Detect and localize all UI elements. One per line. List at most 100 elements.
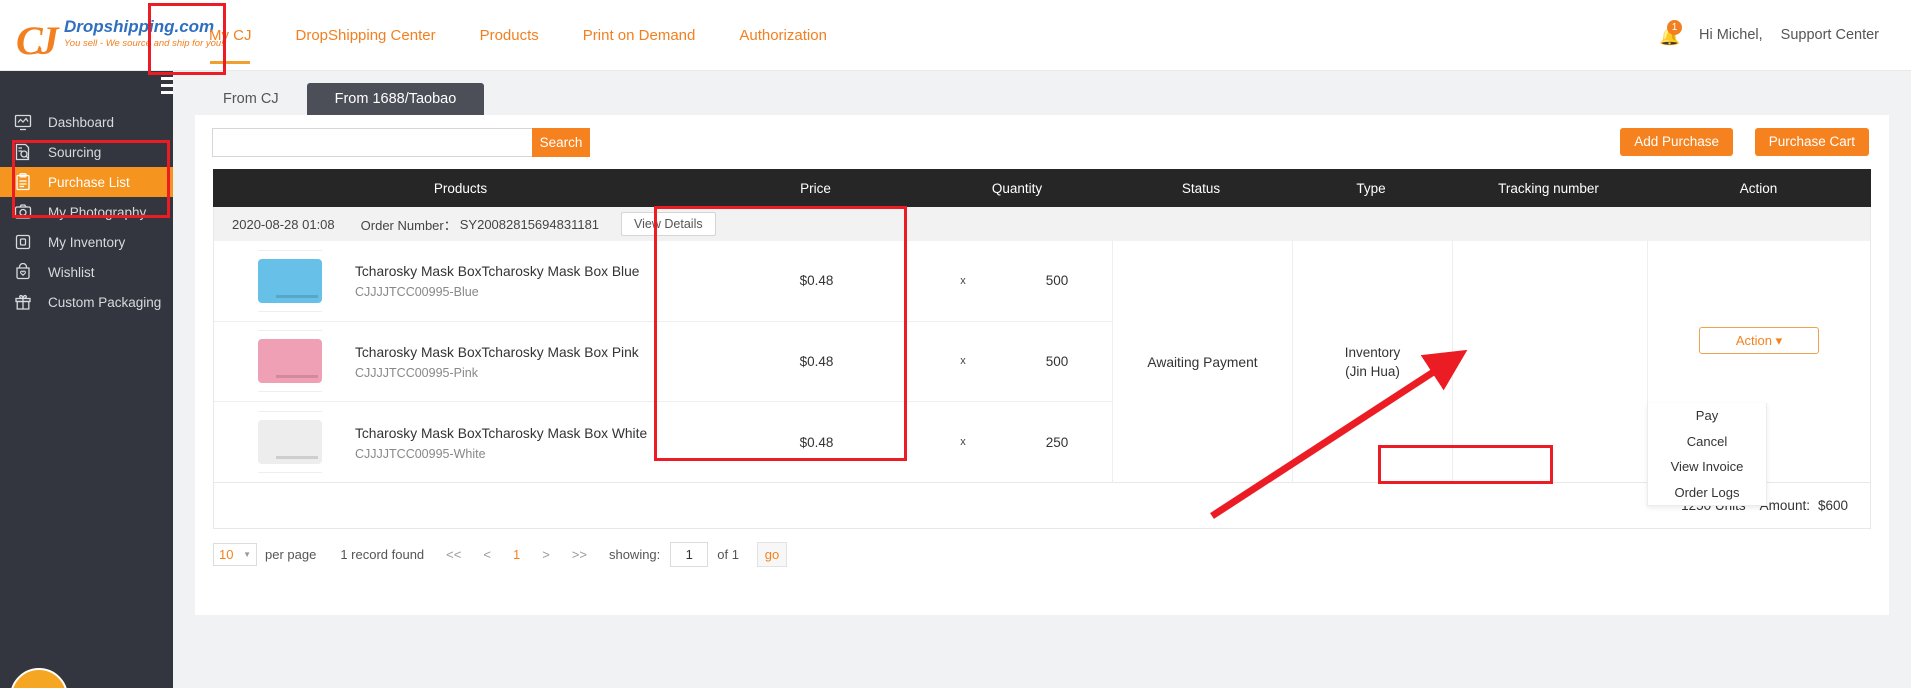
product-price: $0.48 bbox=[799, 434, 834, 450]
product-name[interactable]: Tcharosky Mask BoxTcharosky Mask Box Pin… bbox=[355, 343, 639, 362]
product-quantity: 250 bbox=[1045, 434, 1069, 450]
sidebar-label: Dashboard bbox=[48, 114, 115, 130]
order-items-table: Tcharosky Mask BoxTcharosky Mask Box Blu… bbox=[213, 241, 1871, 483]
order-number-value: SY20082815694831181 bbox=[459, 216, 600, 232]
source-tabs: From CJ From 1688/Taobao bbox=[195, 83, 485, 115]
order-tracking-number bbox=[1452, 241, 1647, 483]
dashboard-icon bbox=[12, 111, 34, 133]
sidebar-item-my-photography[interactable]: My Photography bbox=[0, 197, 173, 227]
logo-mark: CJ bbox=[16, 18, 59, 63]
notification-badge: 1 bbox=[1667, 20, 1682, 35]
product-name[interactable]: Tcharosky Mask BoxTcharosky Mask Box Whi… bbox=[355, 424, 647, 443]
column-header-tracking-number: Tracking number bbox=[1498, 180, 1599, 196]
column-header-status: Status bbox=[1181, 180, 1221, 196]
tab-from-cj[interactable]: From CJ bbox=[195, 83, 307, 115]
total-amount-value: $600 bbox=[1817, 498, 1848, 513]
support-center-link[interactable]: Support Center bbox=[1781, 27, 1879, 43]
column-header-type: Type bbox=[1356, 180, 1386, 196]
sidebar-item-wishlist[interactable]: Wishlist bbox=[0, 257, 173, 287]
product-text: Tcharosky Mask BoxTcharosky Mask Box Pin… bbox=[355, 343, 639, 380]
left-sidebar: Dashboard Sourcing Purchase List My Phot… bbox=[0, 71, 187, 688]
product-thumbnail[interactable] bbox=[258, 339, 322, 384]
column-header-quantity: Quantity bbox=[991, 180, 1043, 196]
order-type: Inventory (Jin Hua) bbox=[1292, 241, 1452, 483]
purchase-cart-button[interactable]: Purchase Cart bbox=[1754, 128, 1869, 156]
add-purchase-button[interactable]: Add Purchase bbox=[1620, 128, 1733, 156]
action-menu-item-order-logs[interactable]: Order Logs bbox=[1648, 480, 1766, 506]
order-date: 2020-08-28 01:08 bbox=[232, 216, 335, 232]
page-number-input[interactable] bbox=[670, 542, 709, 567]
pagination-first[interactable]: << bbox=[446, 547, 461, 562]
nav-item-products[interactable]: Products bbox=[458, 0, 561, 71]
sidebar-item-sourcing[interactable]: Sourcing bbox=[0, 137, 173, 167]
action-dropdown-menu: Pay Cancel View Invoice Order Logs bbox=[1647, 403, 1767, 506]
sidebar-menu: Dashboard Sourcing Purchase List My Phot… bbox=[0, 107, 173, 317]
decorative-circle bbox=[10, 668, 68, 688]
per-page-select[interactable]: 10 ▼ bbox=[213, 543, 257, 566]
pagination-bar: 10 ▼ per page 1 record found << < 1 > >>… bbox=[213, 542, 787, 567]
order-summary-strip: 2020-08-28 01:08 Order Number： SY2008281… bbox=[213, 207, 1871, 241]
product-price: $0.48 bbox=[799, 353, 834, 369]
notifications[interactable]: 🔔 1 bbox=[1659, 20, 1682, 47]
user-greeting[interactable]: Hi Michel, bbox=[1699, 27, 1763, 43]
order-status: Awaiting Payment bbox=[1112, 241, 1292, 483]
product-thumbnail[interactable] bbox=[258, 420, 322, 465]
product-name[interactable]: Tcharosky Mask BoxTcharosky Mask Box Blu… bbox=[355, 262, 639, 281]
action-menu-item-view-invoice[interactable]: View Invoice bbox=[1648, 454, 1766, 480]
top-header-bar: CJ Dropshipping.com You sell - We source… bbox=[0, 0, 1911, 71]
product-cell: Tcharosky Mask BoxTcharosky Mask Box Whi… bbox=[214, 411, 709, 474]
nav-item-print-on-demand[interactable]: Print on Demand bbox=[561, 0, 718, 71]
sidebar-item-dashboard[interactable]: Dashboard bbox=[0, 107, 173, 137]
pagination-prev[interactable]: < bbox=[483, 547, 491, 562]
sidebar-item-my-inventory[interactable]: My Inventory bbox=[0, 227, 173, 257]
chevron-down-icon: ▼ bbox=[243, 550, 251, 559]
multiply-symbol: x bbox=[960, 274, 966, 287]
chevron-down-icon: ▾ bbox=[1775, 333, 1783, 348]
camera-icon bbox=[12, 201, 34, 223]
table-row: Tcharosky Mask BoxTcharosky Mask Box Pin… bbox=[214, 322, 1112, 403]
nav-item-authorization[interactable]: Authorization bbox=[717, 0, 849, 71]
product-cell: Tcharosky Mask BoxTcharosky Mask Box Blu… bbox=[214, 249, 709, 312]
product-quantity: 500 bbox=[1045, 353, 1069, 369]
table-row: Tcharosky Mask BoxTcharosky Mask Box Whi… bbox=[214, 402, 1112, 483]
sidebar-label: Purchase List bbox=[48, 174, 130, 190]
product-sku: CJJJJTCC00995-White bbox=[355, 446, 486, 461]
sidebar-label: Sourcing bbox=[48, 144, 102, 160]
sidebar-item-purchase-list[interactable]: Purchase List bbox=[0, 167, 173, 197]
pagination-last[interactable]: >> bbox=[572, 547, 587, 562]
per-page-label: per page bbox=[265, 547, 317, 562]
header-right-cluster: 🔔 1 Hi Michel, Support Center bbox=[1659, 20, 1879, 47]
main-content-area: From CJ From 1688/Taobao Search Add Purc… bbox=[173, 71, 1911, 688]
multiply-symbol: x bbox=[960, 436, 966, 449]
sidebar-item-custom-packaging[interactable]: Custom Packaging bbox=[0, 287, 173, 317]
purchase-list-page: CJ Dropshipping.com You sell - We source… bbox=[0, 0, 1911, 688]
page-total-label: of 1 bbox=[717, 547, 739, 562]
product-thumbnail[interactable] bbox=[258, 258, 322, 303]
tab-from-1688-taobao[interactable]: From 1688/Taobao bbox=[306, 83, 485, 115]
sidebar-label: Custom Packaging bbox=[48, 294, 162, 310]
nav-item-dropshipping-center[interactable]: DropShipping Center bbox=[274, 0, 458, 71]
product-quantity: 500 bbox=[1045, 273, 1069, 289]
column-header-products: Products bbox=[433, 180, 488, 196]
inventory-icon bbox=[12, 231, 34, 253]
product-quantity-cell: x 250 bbox=[924, 435, 1112, 450]
nav-item-my-cj[interactable]: My CJ bbox=[187, 0, 274, 71]
action-dropdown-button[interactable]: Action ▾ bbox=[1699, 327, 1819, 354]
product-cell: Tcharosky Mask BoxTcharosky Mask Box Pin… bbox=[214, 330, 709, 393]
order-type-main: Inventory bbox=[1344, 345, 1401, 360]
column-header-action: Action bbox=[1739, 180, 1778, 196]
cj-dropshipping-logo[interactable]: CJ Dropshipping.com You sell - We source… bbox=[12, 11, 224, 63]
go-button[interactable]: go bbox=[756, 542, 787, 567]
search-toolbar: Search Add Purchase Purchase Cart bbox=[195, 115, 1889, 169]
search-input[interactable] bbox=[212, 128, 532, 157]
product-text: Tcharosky Mask BoxTcharosky Mask Box Blu… bbox=[355, 262, 639, 299]
view-details-button[interactable]: View Details bbox=[621, 212, 716, 236]
action-menu-item-pay[interactable]: Pay bbox=[1648, 403, 1766, 429]
column-header-price: Price bbox=[800, 180, 831, 196]
per-page-value: 10 bbox=[219, 547, 234, 562]
search-button[interactable]: Search bbox=[532, 128, 590, 157]
action-menu-item-cancel[interactable]: Cancel bbox=[1648, 429, 1766, 455]
wishlist-icon bbox=[12, 261, 34, 283]
pagination-page-1[interactable]: 1 bbox=[513, 547, 520, 562]
pagination-next[interactable]: > bbox=[542, 547, 550, 562]
